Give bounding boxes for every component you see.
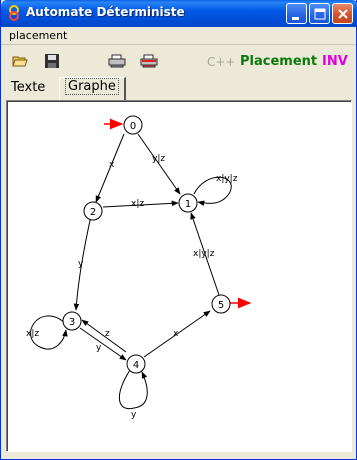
placement-button[interactable]: Placement [240,54,317,69]
edge-label-3-4: y [96,343,102,353]
app-icon [9,5,19,21]
edge-label-0-2: x [109,160,115,170]
edge-label-0-1: y|z [152,154,165,164]
edge-4-3 [81,319,127,353]
tab-graphe-label: Graphe [65,78,119,95]
state-1[interactable]: 1 [178,193,198,213]
edge-label-4-5: x [173,329,179,339]
automaton-graph: x y|z x|z x|y|z y x|z y z x x|y|z y 0 1 … [26,115,252,420]
edge-label-5-1: x|y|z [193,249,215,259]
maximize-icon [314,8,326,20]
close-icon [338,9,348,19]
cpp-button[interactable]: C++ [207,55,236,69]
minimize-button[interactable] [286,3,307,24]
state-0[interactable]: 0 [123,115,143,135]
edge-label-4-4: y [131,410,137,420]
inv-button[interactable]: INV [322,54,348,69]
graph-canvas[interactable]: x y|z x|z x|y|z y x|z y z x x|y|z y 0 1 … [7,101,351,451]
folder-open-icon [12,56,28,67]
tab-strip: Texte Graphe [1,76,356,100]
toolbar: C++ Placement INV [1,45,356,75]
state-5[interactable]: 5 [211,294,231,314]
tab-texte[interactable]: Texte [6,79,50,99]
app-window: Automate Déterministe placement C++ Plac… [0,0,357,460]
print-button[interactable] [105,50,127,72]
state-label-2: 2 [90,207,96,218]
state-2[interactable]: 2 [83,201,103,221]
edge-4-4 [118,369,148,410]
printer-icon [108,54,126,68]
open-button[interactable] [9,50,31,72]
edge-0-1 [137,133,181,195]
menu-item-placement[interactable]: placement [9,29,67,42]
edge-label-3-3: x|z [26,329,39,339]
edge-label-1-1: x|y|z [216,174,238,184]
state-label-0: 0 [130,121,136,132]
tab-graphe[interactable]: Graphe [59,77,126,100]
print-preview-button[interactable] [137,50,159,72]
state-label-5: 5 [218,300,224,311]
state-label-4: 4 [133,360,139,371]
close-button[interactable] [332,3,353,24]
menu-bar: placement [1,27,356,44]
minimize-icon [292,17,299,20]
graph-panel: x y|z x|z x|y|z y x|z y z x x|y|z y 0 1 … [6,100,352,452]
maximize-button[interactable] [309,3,330,24]
printer-red-icon [140,54,158,68]
state-3[interactable]: 3 [62,311,82,331]
floppy-disk-icon [45,54,59,68]
edge-label-4-3: z [105,329,110,339]
window-title: Automate Déterministe [26,5,185,19]
edge-3-4 [79,327,127,361]
title-bar[interactable]: Automate Déterministe [1,0,357,27]
edge-label-2-1: x|z [131,199,144,209]
state-label-3: 3 [69,317,75,328]
state-4[interactable]: 4 [126,354,146,374]
state-label-1: 1 [185,199,191,210]
save-button[interactable] [41,50,63,72]
edge-label-2-3: y [78,259,84,269]
